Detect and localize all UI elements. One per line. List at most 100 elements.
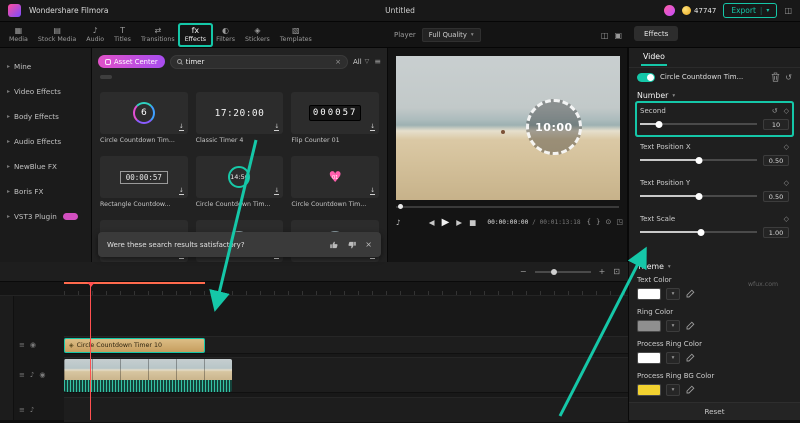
tab-media[interactable]: ▦ Media xyxy=(4,25,33,45)
fullscreen-icon[interactable]: ◳ xyxy=(616,218,623,226)
sidebar-item-body-effects[interactable]: ▸ Body Effects xyxy=(0,104,91,129)
keyframe-icon[interactable]: ◇ xyxy=(784,143,789,151)
tab-stock-media[interactable]: ▤ Stock Media xyxy=(33,25,81,45)
sidebar-item-vst3-plugin[interactable]: ▸ VST3 Plugin xyxy=(0,204,91,229)
download-icon[interactable]: ↓ xyxy=(369,188,375,195)
color-dropdown[interactable]: ▾ xyxy=(666,352,680,364)
detach-player-icon[interactable]: ▣ xyxy=(614,31,622,40)
reset-param-icon[interactable]: ↺ xyxy=(772,107,778,115)
track-mute-icon[interactable]: ♪ xyxy=(30,406,34,414)
tab-effects[interactable]: fx Effects xyxy=(180,25,211,45)
param-value[interactable]: 10 xyxy=(763,118,789,130)
param-slider[interactable] xyxy=(640,156,757,164)
effect-tile[interactable]: 14:56 ↓ Circle Countdown Tim... xyxy=(195,156,284,212)
mark-out-icon[interactable]: } xyxy=(596,218,600,226)
zoom-in-icon[interactable]: + xyxy=(599,267,606,276)
reset-effect-icon[interactable]: ↺ xyxy=(785,73,792,82)
close-icon[interactable]: × xyxy=(365,240,372,249)
seek-bar[interactable] xyxy=(396,204,619,209)
effect-tile[interactable]: 00:00:57 ↓ Rectangle Countdow... xyxy=(100,156,188,212)
sidebar-item-mine[interactable]: ▸ Mine xyxy=(0,54,91,79)
download-icon[interactable]: ↓ xyxy=(369,124,375,131)
tab-titles[interactable]: T Titles xyxy=(109,25,136,45)
effect-track-lane[interactable]: ◈ Circle Countdown Timer 10 xyxy=(64,336,628,354)
search-input[interactable] xyxy=(185,57,332,66)
fit-timeline-icon[interactable]: ⊡ xyxy=(613,267,620,276)
download-icon[interactable]: ↓ xyxy=(178,188,184,195)
section-theme[interactable]: Theme ▾ xyxy=(629,257,800,274)
tab-audio[interactable]: ♪ Audio xyxy=(81,25,109,45)
clear-search-icon[interactable]: × xyxy=(335,58,341,66)
effect-tile[interactable]: ♥ 01 ↓ Circle Countdown Tim... xyxy=(291,156,379,212)
param-value[interactable]: 0.50 xyxy=(763,154,789,166)
color-dropdown[interactable]: ▾ xyxy=(666,384,680,396)
layout-grid-icon[interactable]: ◫ xyxy=(784,6,792,15)
timeline-clip-countdown[interactable]: ◈ Circle Countdown Timer 10 xyxy=(64,338,205,353)
effect-tile[interactable]: 17:20:00 ↓ Classic Timer 4 xyxy=(195,92,284,148)
volume-icon[interactable]: ♪ xyxy=(396,218,401,227)
tab-video[interactable]: Video xyxy=(641,49,667,66)
menu-item[interactable] xyxy=(144,9,156,13)
menu-item[interactable] xyxy=(200,9,212,13)
keyframe-icon[interactable]: ◇ xyxy=(784,179,789,187)
sidebar-item-boris-fx[interactable]: ▸ Boris FX xyxy=(0,179,91,204)
seek-handle[interactable] xyxy=(398,204,403,209)
tab-transitions[interactable]: ⇄ Transitions xyxy=(136,25,180,45)
eyedropper-icon[interactable] xyxy=(685,385,695,395)
keyframe-icon[interactable]: ◇ xyxy=(784,215,789,223)
asset-center-button[interactable]: Asset Center xyxy=(98,55,165,68)
user-avatar[interactable] xyxy=(664,5,676,16)
download-icon[interactable]: ↓ xyxy=(274,124,280,131)
keyframe-icon[interactable]: ◇ xyxy=(784,107,789,115)
play-button[interactable]: ▶ xyxy=(442,217,450,228)
track-mute-icon[interactable]: ♪ xyxy=(30,371,34,379)
section-number[interactable]: Number ▾ xyxy=(629,86,800,103)
sort-icon[interactable]: ≡ xyxy=(374,57,381,66)
tab-effects-panel[interactable]: Effects xyxy=(634,26,679,41)
playhead-handle[interactable] xyxy=(86,282,95,291)
color-dropdown[interactable]: ▾ xyxy=(666,288,680,300)
track-visibility-icon[interactable]: ◉ xyxy=(39,371,45,379)
tab-stickers[interactable]: ◈ Stickers xyxy=(240,25,275,45)
effect-tile[interactable]: 6 ↓ Circle Countdown Tim... xyxy=(100,92,188,148)
sidebar-item-audio-effects[interactable]: ▸ Audio Effects xyxy=(0,129,91,154)
zoom-out-icon[interactable]: − xyxy=(520,267,527,276)
delete-effect-icon[interactable] xyxy=(771,72,780,82)
track-visibility-icon[interactable]: ◉ xyxy=(30,341,36,349)
tab-filters[interactable]: ◐ Filters xyxy=(211,25,240,45)
playhead[interactable] xyxy=(86,282,95,420)
menu-item[interactable] xyxy=(186,9,198,13)
track-menu-icon[interactable]: ≡ xyxy=(19,371,25,379)
thumbs-up-icon[interactable] xyxy=(329,240,339,250)
audio-track-lane[interactable] xyxy=(64,397,628,423)
player-quality-select[interactable]: Full Quality ▾ xyxy=(421,28,481,42)
filter-all-dropdown[interactable]: All ▽ xyxy=(353,58,369,66)
thumbs-down-icon[interactable] xyxy=(347,240,357,250)
menu-item[interactable] xyxy=(116,9,128,13)
chip-video-effects[interactable] xyxy=(120,75,132,79)
color-swatch[interactable] xyxy=(637,320,661,332)
sidebar-item-video-effects[interactable]: ▸ Video Effects xyxy=(0,79,91,104)
chip-body-effects[interactable] xyxy=(140,75,152,79)
param-value[interactable]: 0.50 xyxy=(763,190,789,202)
export-button[interactable]: Export | ▾ xyxy=(723,3,778,18)
param-slider[interactable] xyxy=(640,192,757,200)
stop-button[interactable]: ■ xyxy=(469,218,476,227)
eyedropper-icon[interactable] xyxy=(685,353,695,363)
effect-toggle[interactable] xyxy=(637,72,655,82)
color-swatch[interactable] xyxy=(637,352,661,364)
timeline-zoom-slider[interactable] xyxy=(534,268,591,275)
param-slider[interactable] xyxy=(640,120,757,128)
chip-audio-effects[interactable] xyxy=(160,75,172,79)
previous-frame-button[interactable]: ◀ xyxy=(429,218,435,227)
download-icon[interactable]: ↓ xyxy=(274,188,280,195)
color-swatch[interactable] xyxy=(637,288,661,300)
track-menu-icon[interactable]: ≡ xyxy=(19,406,25,414)
param-value[interactable]: 1.00 xyxy=(763,226,789,238)
eyedropper-icon[interactable] xyxy=(685,289,695,299)
color-dropdown[interactable]: ▾ xyxy=(666,320,680,332)
mark-in-icon[interactable]: { xyxy=(587,218,591,226)
download-icon[interactable]: ↓ xyxy=(178,124,184,131)
chip-all-results[interactable] xyxy=(100,75,112,79)
menu-item[interactable] xyxy=(172,9,184,13)
